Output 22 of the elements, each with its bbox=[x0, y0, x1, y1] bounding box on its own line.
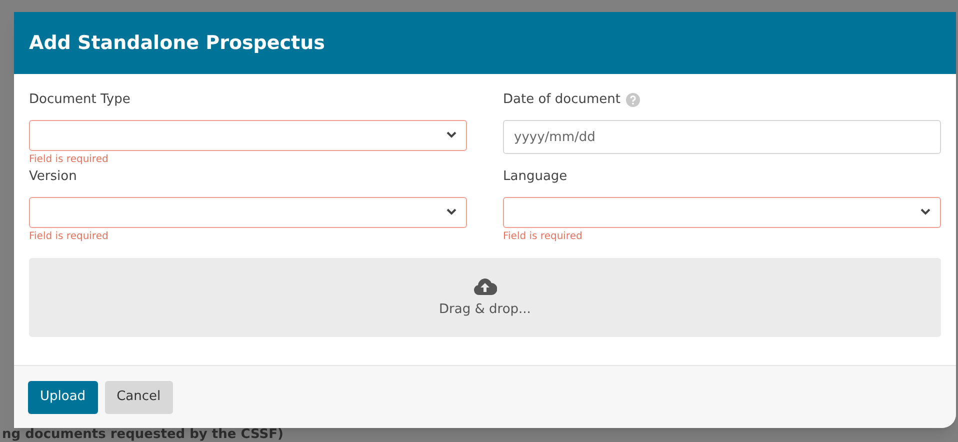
select-field[interactable] bbox=[29, 120, 467, 151]
page-heading: ng documents requested by the CSSF) bbox=[2, 428, 284, 442]
cloud-upload-icon bbox=[473, 276, 497, 296]
chevron-down-icon bbox=[920, 208, 931, 216]
error-message: Field is required bbox=[503, 230, 584, 244]
select-field[interactable] bbox=[29, 196, 467, 228]
field-label: Date of document bbox=[503, 91, 620, 110]
drop-zone[interactable]: Drag & drop... bbox=[29, 258, 941, 337]
drop-zone-label: Drag & drop... bbox=[439, 300, 531, 319]
error-message: Field is required bbox=[29, 153, 110, 167]
upload-button[interactable]: Upload bbox=[28, 380, 98, 414]
dialog-title: Add Standalone Prospectus bbox=[29, 30, 325, 56]
chevron-down-icon bbox=[446, 208, 457, 216]
field-label: Version bbox=[29, 168, 77, 186]
date-field[interactable]: yyyy/mm/dd bbox=[503, 120, 941, 154]
select-field[interactable] bbox=[503, 196, 941, 228]
help-icon[interactable] bbox=[626, 93, 640, 107]
field-label: Language bbox=[503, 168, 568, 186]
field-label: Document Type bbox=[29, 91, 130, 109]
error-message: Field is required bbox=[29, 230, 110, 244]
chevron-down-icon bbox=[446, 131, 457, 140]
cancel-button[interactable]: Cancel bbox=[104, 380, 173, 414]
